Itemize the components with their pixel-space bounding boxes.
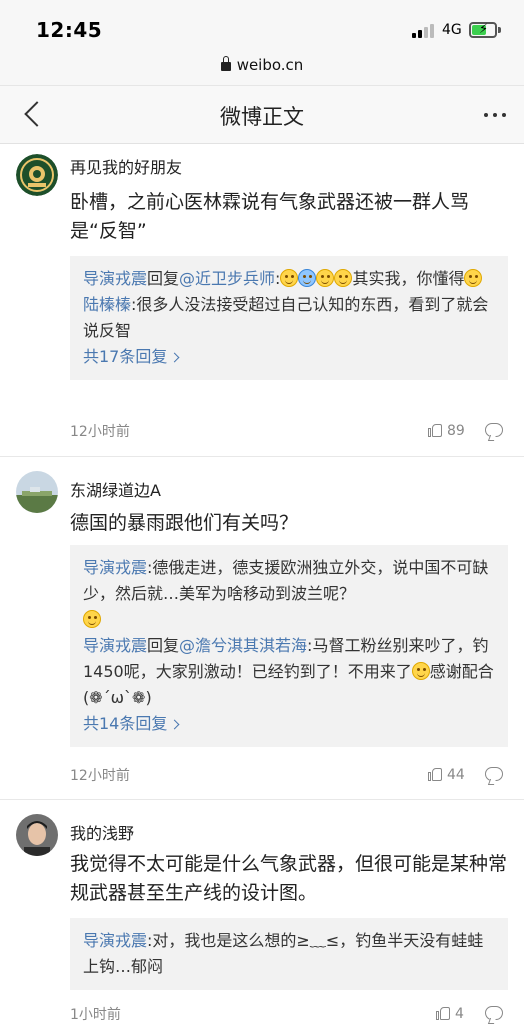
comment-time: 12小时前 [70, 768, 130, 784]
network-type: 4G [442, 22, 462, 38]
more-replies-link[interactable]: 共17条回复 [83, 344, 496, 370]
reply-box[interactable]: 导演戎震回复@近卫步兵师: 其实我，你懂得 陆榛榛:很多人没法接受超过自己认知的东… [70, 256, 508, 380]
laughing-crying-emoji-icon [411, 662, 430, 680]
reply-author[interactable]: 导演戎震 [83, 931, 147, 950]
like-button[interactable]: 44 [428, 765, 465, 783]
comment-item: 东湖绿道边A 德国的暴雨跟他们有关吗？ 导演戎震:德俄走进，德支援欧洲独立外交，… [0, 457, 524, 799]
battery-tip [498, 27, 501, 33]
reply-author[interactable]: 陆榛榛 [83, 295, 131, 314]
chevron-right-icon [169, 719, 180, 730]
dizzy-emoji-icon [298, 269, 317, 287]
thumbs-up-icon [428, 423, 442, 437]
reply-text: :很多人没法接受超过自己认知的东西，看到了就会说反智 [83, 295, 489, 340]
reply-text: 其实我，你懂得 [352, 269, 465, 288]
more-options-icon[interactable] [484, 113, 508, 119]
like-count: 89 [447, 423, 465, 439]
thumbs-up-icon [428, 767, 442, 781]
reply-box[interactable]: 导演戎震:德俄走进，德支援欧洲独立外交，说中国不可缺少，然后就…美军为啥移动到波… [70, 545, 508, 747]
comment-text: 我觉得不太可能是什么气象武器，但很可能是某种常规武器甚至生产线的设计图。 [70, 853, 508, 904]
page-title: 微博正文 [220, 105, 304, 129]
thumbs-up-icon [436, 1006, 450, 1020]
address-bar[interactable]: weibo.cn [0, 50, 524, 86]
comment-time: 12小时前 [70, 424, 130, 440]
reply-bubble-icon[interactable] [485, 767, 503, 781]
reply-author[interactable]: 导演戎震 [83, 269, 147, 288]
comment-username[interactable]: 再见我的好朋友 [70, 154, 182, 178]
reply-mention[interactable]: @近卫步兵师 [179, 269, 275, 288]
reply-bubble-icon[interactable] [485, 1006, 503, 1020]
smile-emoji-icon [464, 269, 483, 287]
chevron-right-icon [169, 352, 180, 363]
cellular-signal-icon [412, 24, 436, 38]
comment-text: 德国的暴雨跟他们有关吗？ [70, 512, 299, 534]
like-count: 44 [447, 767, 465, 783]
avatar[interactable] [16, 154, 58, 196]
like-button[interactable]: 4 [436, 1004, 464, 1022]
smile-emoji-icon [83, 610, 101, 628]
reply-box[interactable]: 导演戎震:对，我也是这么想的≥﹏≤，钓鱼半天没有蛙蛙上钩…郁闷 [70, 918, 508, 990]
battery-icon: ⚡ [469, 22, 497, 38]
avatar[interactable] [16, 814, 58, 856]
reply-line: 导演戎震回复@澹兮淇其淇若海:马督工粉丝别来吵了，钓1450呢，大家别激动！已经… [83, 633, 496, 711]
reply-bubble-icon[interactable] [485, 423, 503, 437]
like-button[interactable]: 89 [428, 421, 465, 439]
more-replies-label: 共17条回复 [83, 347, 168, 366]
comment-username[interactable]: 我的浅野 [70, 820, 134, 844]
page-header: 微博正文 [0, 86, 524, 144]
reply-line: 导演戎震:德俄走进，德支援欧洲独立外交，说中国不可缺少，然后就…美军为啥移动到波… [83, 555, 496, 633]
reply-line: 导演戎震回复@近卫步兵师: 其实我，你懂得 [83, 266, 496, 292]
lock-icon [220, 56, 231, 71]
url-text: weibo.cn [236, 56, 304, 74]
reply-line: 陆榛榛:很多人没法接受超过自己认知的东西，看到了就会说反智 [83, 292, 496, 344]
smile-emoji-icon [316, 269, 335, 287]
status-bar: 12:45 4G ⚡ [0, 0, 524, 50]
reply-author[interactable]: 导演戎震 [83, 558, 147, 577]
comment-username[interactable]: 东湖绿道边A [70, 477, 161, 501]
comment-text: 卧槽，之前心医林霖说有气象武器还被一群人骂是“反智” [70, 191, 470, 242]
more-replies-label: 共14条回复 [83, 714, 168, 733]
reply-mention[interactable]: @澹兮淇其淇若海 [179, 636, 307, 655]
comment-item: 我的浅野 我觉得不太可能是什么气象武器，但很可能是某种常规武器甚至生产线的设计图… [0, 800, 524, 1024]
avatar[interactable] [16, 471, 58, 513]
more-replies-link[interactable]: 共14条回复 [83, 711, 496, 737]
reply-line: 导演戎震:对，我也是这么想的≥﹏≤，钓鱼半天没有蛙蛙上钩…郁闷 [83, 928, 496, 980]
comment-time: 1小时前 [70, 1007, 121, 1023]
thinking-emoji-icon [334, 269, 353, 287]
reply-word: 回复 [147, 269, 180, 288]
clock: 12:45 [36, 18, 103, 42]
like-count: 4 [455, 1006, 464, 1022]
reply-author[interactable]: 导演戎震 [83, 636, 147, 655]
comment-item: 再见我的好朋友 卧槽，之前心医林霖说有气象武器还被一群人骂是“反智” 导演戎震回… [0, 144, 524, 456]
reply-word: 回复 [147, 636, 180, 655]
laughing-crying-emoji-icon [280, 269, 299, 287]
